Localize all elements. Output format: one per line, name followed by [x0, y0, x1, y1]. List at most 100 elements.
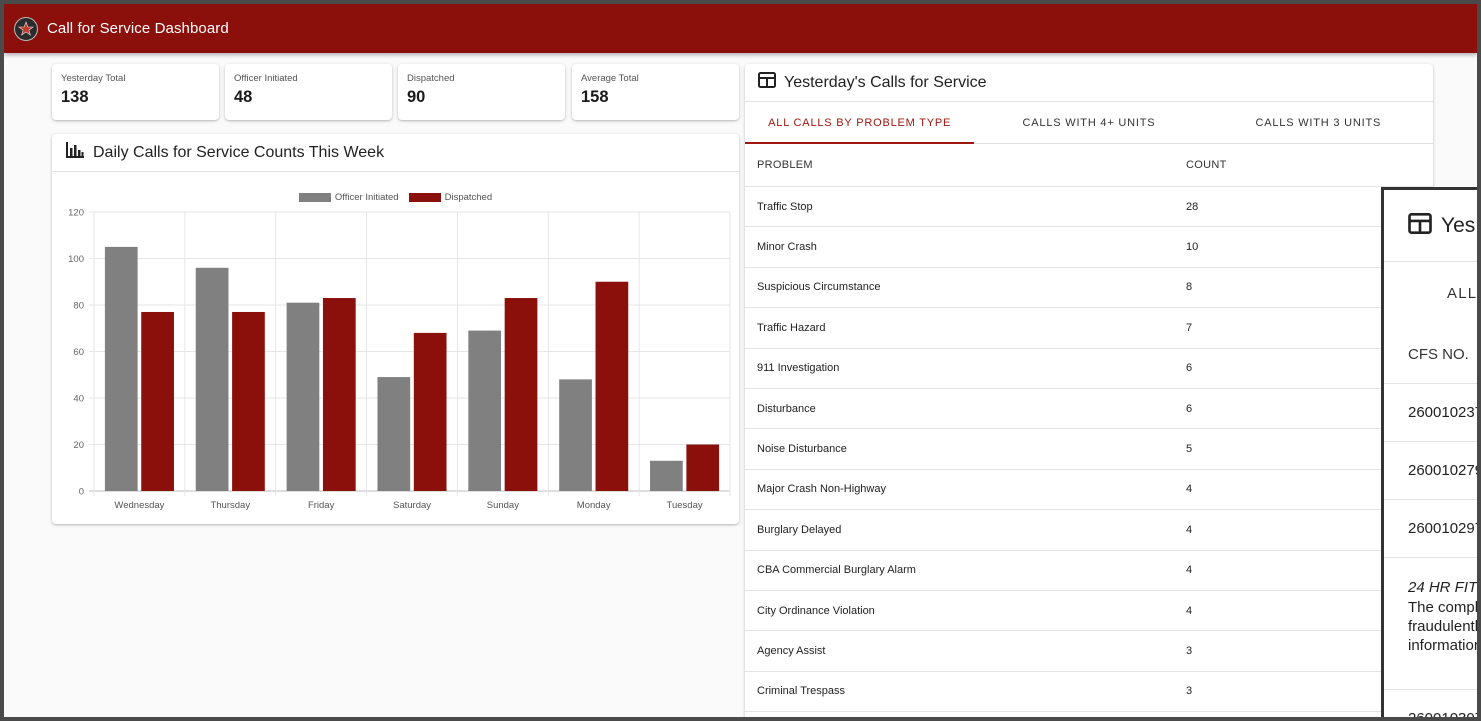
police-badge-icon	[14, 16, 38, 41]
y-tick-label: 0	[79, 487, 84, 498]
stat-card-dispatched: Dispatched 90	[398, 64, 565, 120]
bar-officer-initiated	[195, 267, 229, 491]
bar-dispatched	[322, 298, 356, 491]
stat-value: 48	[234, 88, 253, 106]
zoomed-panel-header: Yes	[1384, 190, 1477, 262]
calls-card-header: Yesterday's Calls for Service	[745, 64, 1433, 102]
stat-label: Yesterday Total	[61, 73, 126, 84]
problem-cell: City Ordinance Violation	[757, 604, 875, 617]
column-header-count[interactable]: COUNT	[1186, 159, 1433, 171]
bar-officer-initiated	[468, 330, 502, 491]
table-row[interactable]: 911 Investigation 6	[745, 349, 1433, 389]
stat-card-average-total: Average Total 158	[572, 64, 739, 120]
description-line: fraudulentl	[1408, 618, 1477, 635]
problem-cell: Burglary Delayed	[757, 523, 842, 536]
description-line: The compl	[1408, 599, 1477, 616]
bar-officer-initiated	[559, 379, 592, 491]
problem-cell: Traffic Stop	[757, 200, 813, 213]
table-icon	[1408, 212, 1432, 239]
table-row[interactable]: Major Crash Non-Highway 4	[745, 470, 1433, 511]
table-body: Traffic Stop 28 Minor Crash 10 Suspicious Ci…	[745, 187, 1433, 713]
bar-officer-initiated	[286, 302, 320, 491]
stat-value: 138	[61, 88, 89, 106]
problem-cell: Noise Disturbance	[757, 443, 847, 456]
daily-calls-chart-card: Daily Calls for Service Counts This Week…	[52, 134, 739, 524]
x-tick-label: Wednesday	[114, 500, 164, 511]
bar-officer-initiated	[650, 460, 683, 491]
yesterday-calls-card: Yesterday's Calls for Service ALL CALLS …	[745, 64, 1433, 717]
description-title: 24 HR FIT	[1408, 579, 1477, 596]
table-row[interactable]: City Ordinance Violation 4	[745, 591, 1433, 632]
problem-cell: 911 Investigation	[757, 362, 840, 375]
table-header: PROBLEM COUNT	[745, 144, 1433, 187]
table-row[interactable]: 260010307	[1384, 690, 1477, 717]
table-row[interactable]: Traffic Stop 28	[745, 187, 1433, 228]
y-tick-label: 120	[68, 208, 84, 219]
x-tick-label: Sunday	[487, 500, 519, 511]
problem-cell: CBA Commercial Burglary Alarm	[757, 564, 916, 577]
problem-cell: Major Crash Non-Highway	[757, 483, 886, 496]
tab-calls-with-3-units[interactable]: CALLS WITH 3 UNITS	[1204, 102, 1433, 143]
stat-card-yesterday-total: Yesterday Total 138	[52, 64, 219, 120]
stat-label: Officer Initiated	[234, 73, 298, 84]
zoomed-calls-panel: Yes ALL CFS NO. 260010237 260010279 2600…	[1381, 187, 1477, 717]
tab-calls-with-4-plus-units[interactable]: CALLS WITH 4+ UNITS	[974, 102, 1203, 143]
bar-dispatched	[504, 298, 538, 491]
stat-value: 90	[407, 88, 426, 106]
table-row[interactable]: Suspicious Circumstance 8	[745, 268, 1433, 309]
table-row[interactable]: Disturbance 6	[745, 389, 1433, 430]
table-row[interactable]: Burglary Delayed 4	[745, 510, 1433, 551]
chart-card-title: Daily Calls for Service Counts This Week	[93, 143, 385, 161]
bar-dispatched	[413, 332, 447, 491]
y-tick-label: 20	[73, 440, 84, 451]
zoomed-tab-all[interactable]: ALL	[1384, 262, 1477, 325]
table-row[interactable]: Agency Assist 3	[745, 631, 1433, 672]
table-row[interactable]: Noise Disturbance 5	[745, 429, 1433, 470]
bar-dispatched	[141, 311, 174, 491]
chart-card-header: Daily Calls for Service Counts This Week	[52, 134, 739, 172]
y-tick-label: 80	[73, 301, 84, 312]
tab-all-calls-by-problem-type[interactable]: ALL CALLS BY PROBLEM TYPE	[745, 102, 975, 144]
problem-cell: Criminal Trespass	[757, 685, 846, 698]
description-line: informatior	[1408, 637, 1477, 654]
column-header-problem[interactable]: PROBLEM	[745, 159, 1186, 171]
table-row[interactable]: 260010297	[1384, 500, 1477, 558]
table-row[interactable]: Criminal Trespass 3	[745, 672, 1433, 713]
daily-calls-bar-chart: 0 20 40 60 80 100 120 Wednesday Thursday Friday Sa…	[68, 208, 731, 511]
table-icon	[758, 72, 776, 93]
problem-cell: Traffic Hazard	[757, 321, 826, 334]
column-header-cfs-no[interactable]: CFS NO.	[1384, 325, 1477, 384]
stat-card-officer-initiated: Officer Initiated 48	[225, 64, 392, 120]
table-row[interactable]: CBA Commercial Burglary Alarm 4	[745, 551, 1433, 591]
table-row[interactable]: 260010279	[1384, 442, 1477, 500]
y-tick-label: 100	[68, 254, 84, 265]
zoomed-panel-title: Yes	[1441, 213, 1476, 237]
x-tick-label: Monday	[577, 500, 611, 511]
bar-officer-initiated	[377, 377, 411, 491]
x-tick-label: Saturday	[393, 500, 431, 511]
problem-cell: Disturbance	[757, 402, 816, 415]
app-title: Call for Service Dashboard	[47, 20, 229, 37]
x-tick-label: Thursday	[210, 500, 250, 511]
app-bar: Call for Service Dashboard	[4, 4, 1477, 53]
y-tick-label: 40	[73, 394, 84, 405]
bar-dispatched	[595, 281, 629, 491]
bar-officer-initiated	[104, 246, 138, 491]
calls-card-title: Yesterday's Calls for Service	[784, 73, 987, 91]
dashboard-frame: Call for Service Dashboard Yesterday Tot…	[4, 4, 1477, 717]
calls-tabs: ALL CALLS BY PROBLEM TYPE CALLS WITH 4+ …	[745, 102, 1433, 144]
problem-cell: Minor Crash	[757, 241, 817, 254]
bar-chart-icon	[65, 141, 85, 164]
problem-cell: Agency Assist	[757, 644, 826, 657]
x-tick-label: Tuesday	[667, 500, 703, 511]
bar-dispatched	[232, 311, 265, 491]
bar-dispatched	[686, 444, 720, 491]
table-row[interactable]: 260010237	[1384, 384, 1477, 442]
table-row[interactable]: Traffic Hazard 7	[745, 308, 1433, 349]
x-tick-label: Friday	[308, 500, 335, 511]
problem-cell: Suspicious Circumstance	[757, 281, 881, 294]
stat-value: 158	[581, 88, 609, 106]
call-description: 24 HR FIT The compl fraudulentl informat…	[1384, 558, 1477, 690]
y-tick-label: 60	[73, 347, 84, 358]
table-row[interactable]: Minor Crash 10	[745, 227, 1433, 268]
